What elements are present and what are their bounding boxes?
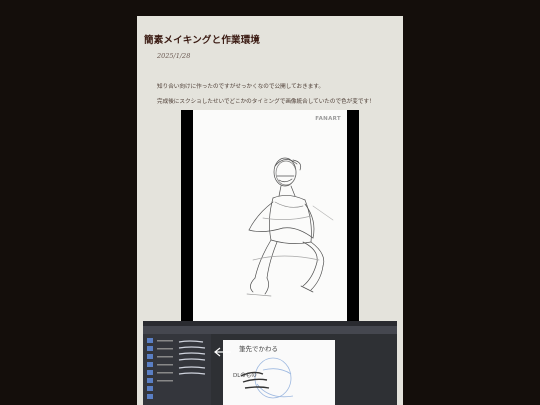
post-paragraph-1: 知り合い向けに作ったのですがせっかくなので公開しておきます。 — [157, 84, 324, 90]
sketch-image[interactable]: FANART — [181, 110, 359, 324]
blog-post: 簡素メイキングと作業環境 2025/1/28 知り合い向けに作ったのですがせっか… — [137, 16, 403, 405]
brush-list — [147, 338, 206, 399]
software-screenshot[interactable]: 筆先でかわる DLのもの — [143, 321, 397, 405]
post-date: 2025/1/28 — [157, 52, 191, 60]
app-toolbar — [143, 326, 397, 339]
sketch-figure — [246, 157, 334, 297]
arrow-icon — [214, 347, 231, 357]
annotation-text-2: DLのもの — [233, 373, 257, 379]
post-paragraph-2: 完成後にスクショしたせいでどこかのタイミングで画像統合していたので色が変です！ — [157, 99, 375, 105]
sketch-canvas: FANART — [193, 110, 347, 324]
post-title: 簡素メイキングと作業環境 — [144, 35, 261, 46]
annotation-text: 筆先でかわる — [239, 345, 278, 353]
brush-panel — [143, 334, 211, 405]
